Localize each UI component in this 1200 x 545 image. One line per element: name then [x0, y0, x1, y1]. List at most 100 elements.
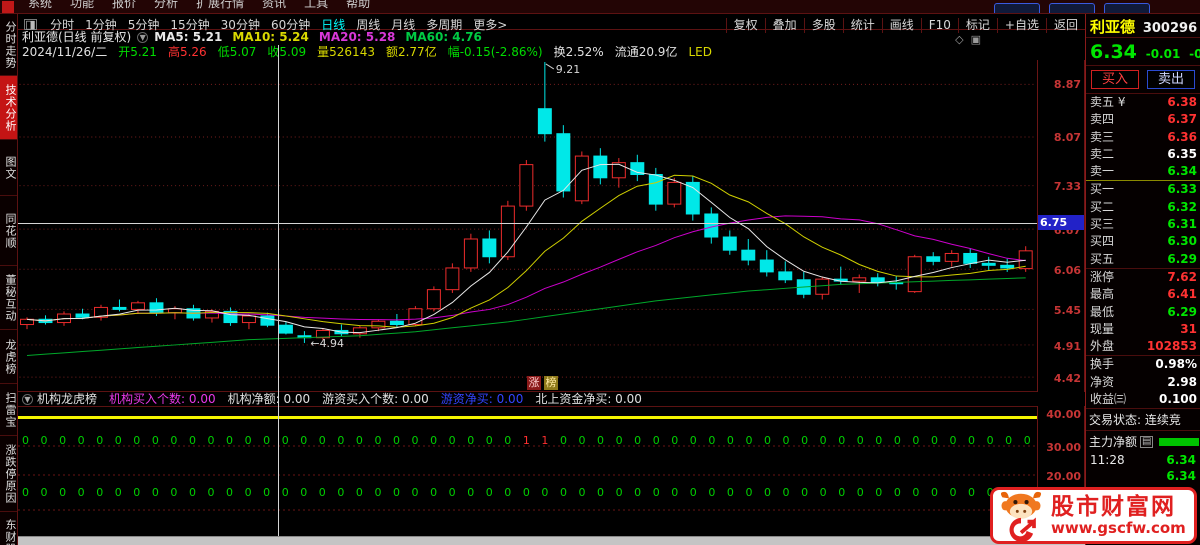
split-window-icon[interactable]: ◨ — [24, 19, 37, 30]
menu-item-工具[interactable]: 工具 — [304, 0, 328, 11]
menu-item-资讯[interactable]: 资讯 — [262, 0, 286, 11]
svg-text:0: 0 — [412, 486, 419, 499]
quote-row[interactable]: 卖一 6.34 — [1086, 163, 1200, 180]
list-icon[interactable]: ▤ — [1140, 435, 1154, 448]
sidebar-item-扫雷宝[interactable]: 扫雷宝 — [0, 384, 17, 436]
quote-value: 6.31 — [1167, 217, 1197, 232]
quote-row[interactable]: 最高 6.41 — [1086, 286, 1200, 303]
svg-text:0: 0 — [337, 486, 344, 499]
quote-label: 卖二 — [1090, 146, 1115, 161]
menu-item-帮助[interactable]: 帮助 — [346, 0, 370, 11]
svg-text:0: 0 — [59, 434, 66, 447]
quote-row[interactable]: 卖三 6.36 — [1086, 129, 1200, 146]
quote-row[interactable]: 买三 6.31 — [1086, 216, 1200, 233]
quote-value: 6.36 — [1167, 129, 1197, 144]
trade-status: 交易状态: 连续竞 — [1086, 408, 1200, 430]
svg-text:0: 0 — [374, 486, 381, 499]
menu-item-扩展行情[interactable]: 扩展行情 — [196, 0, 244, 11]
sidebar-item-图文10[interactable]: 图文10 — [0, 140, 17, 196]
price-tick: 8.87 — [1053, 78, 1081, 92]
quote-value: 6.37 — [1167, 112, 1197, 127]
quote-row[interactable]: 卖二 6.35 — [1086, 146, 1200, 163]
svg-text:9.21: 9.21 — [556, 63, 580, 76]
site-url: www.gscfw.com — [1051, 519, 1186, 537]
info-segment: 幅-0.15(-2.86%) — [447, 45, 543, 59]
stock-name: 利亚德 — [1090, 18, 1136, 36]
svg-text:0: 0 — [541, 486, 548, 499]
svg-text:0: 0 — [820, 434, 827, 447]
tape-price: 6.34 — [1166, 453, 1196, 468]
quote-row[interactable]: 净资 2.98 — [1086, 374, 1200, 391]
menu-item-报价[interactable]: 报价 — [112, 0, 136, 11]
quote-value: 31 — [1180, 321, 1197, 336]
sidebar-item-同花顺10[interactable]: 同花顺10 — [0, 196, 17, 266]
svg-text:0: 0 — [931, 486, 938, 499]
price-tick: 8.07 — [1053, 131, 1081, 145]
svg-text:0: 0 — [764, 486, 771, 499]
menu-item-系统[interactable]: 系统 — [28, 0, 52, 11]
svg-text:0: 0 — [560, 486, 567, 499]
top-bar-button[interactable] — [1104, 3, 1150, 13]
svg-text:0: 0 — [189, 486, 196, 499]
quote-row[interactable]: 卖五 ¥ 6.38 — [1086, 94, 1200, 111]
svg-text:0: 0 — [356, 486, 363, 499]
svg-text:0: 0 — [838, 434, 845, 447]
top-bar-button[interactable] — [1049, 3, 1095, 13]
svg-text:0: 0 — [245, 486, 252, 499]
svg-text:0: 0 — [616, 434, 623, 447]
quote-row[interactable]: 现量 31 — [1086, 321, 1200, 338]
sidebar-item-东财股吧[interactable]: 东财股吧 — [0, 512, 17, 545]
top-bar-button[interactable] — [994, 3, 1040, 13]
chevron-down-icon[interactable]: ▼ — [22, 394, 33, 405]
sell-button[interactable]: 卖出 — [1147, 70, 1195, 89]
sidebar-item-涨跌停原因[interactable]: 涨跌停原因 — [0, 436, 17, 512]
quote-row[interactable]: 买四 6.30 — [1086, 233, 1200, 250]
stats-rows: 涨停 7.62 最高 6.41 最低 6.29 现量 31 外盘 102853 — [1086, 267, 1200, 355]
bull-logo-icon — [1000, 491, 1042, 542]
quote-row[interactable]: 收益㈢ 0.100 — [1086, 391, 1200, 408]
quote-value: 6.30 — [1167, 234, 1197, 249]
trading-app-window: 系统 功能 报价 分析 扩展行情 资讯 工具 帮助 分时走势技术分析图文10同花顺10董秘互动… — [0, 0, 1200, 545]
svg-text:0: 0 — [115, 434, 122, 447]
menu-item-分析[interactable]: 分析 — [154, 0, 178, 11]
candlestick-chart[interactable]: 9.21 ←4.94 — [18, 60, 1037, 392]
buy-button[interactable]: 买入 — [1091, 70, 1139, 89]
svg-text:0: 0 — [801, 434, 808, 447]
sidebar-item-分时走势[interactable]: 分时走势 — [0, 14, 17, 76]
quote-row[interactable]: 换手 0.98% — [1086, 356, 1200, 373]
sidebar-item-技术分析[interactable]: 技术分析 — [0, 76, 17, 140]
svg-text:0: 0 — [634, 486, 641, 499]
quote-label: 买四 — [1090, 234, 1115, 249]
svg-text:0: 0 — [133, 434, 140, 447]
quote-label: 卖五 ¥ — [1090, 95, 1126, 109]
info-segment: 量526143 — [317, 45, 375, 59]
tool-返回[interactable]: 返回 — [1045, 18, 1085, 33]
quote-row[interactable]: 最低 6.29 — [1086, 304, 1200, 321]
price-tick: 5.45 — [1053, 304, 1081, 318]
stock-code: 300296 — [1142, 21, 1198, 36]
quote-row[interactable]: 买一 6.33 — [1086, 181, 1200, 198]
info-segment: 高5.26 — [167, 45, 207, 59]
svg-text:0: 0 — [745, 486, 752, 499]
sidebar-item-龙虎榜[interactable]: 龙虎榜 — [0, 330, 17, 384]
horizontal-scrollbar[interactable] — [18, 536, 1085, 545]
indicator-segment: 游资净买: 0.00 — [440, 392, 524, 406]
svg-text:0: 0 — [987, 434, 994, 447]
indicator-pane[interactable]: 0000000000000000000000000001100000000000… — [18, 406, 1037, 535]
chevron-down-icon[interactable]: ▼ — [137, 32, 149, 43]
quote-row[interactable]: 买五 6.29 — [1086, 251, 1200, 268]
quote-value: 6.34 — [1167, 164, 1197, 179]
quote-value: 6.32 — [1167, 199, 1197, 214]
quote-row[interactable]: 买二 6.32 — [1086, 199, 1200, 216]
quote-label: 买三 — [1090, 217, 1115, 232]
quote-value: 6.41 — [1167, 287, 1197, 302]
sidebar-item-董秘互动[interactable]: 董秘互动 — [0, 266, 17, 330]
menu-item-功能[interactable]: 功能 — [70, 0, 94, 11]
info-segment: 额2.77亿 — [385, 45, 437, 59]
svg-text:0: 0 — [337, 434, 344, 447]
quote-row[interactable]: 外盘 102853 — [1086, 338, 1200, 355]
quote-row[interactable]: 卖四 6.37 — [1086, 111, 1200, 128]
tape-rows: 11:28 6.34 6.34 — [1086, 452, 1200, 484]
svg-text:0: 0 — [78, 434, 85, 447]
quote-row[interactable]: 涨停 7.62 — [1086, 269, 1200, 286]
